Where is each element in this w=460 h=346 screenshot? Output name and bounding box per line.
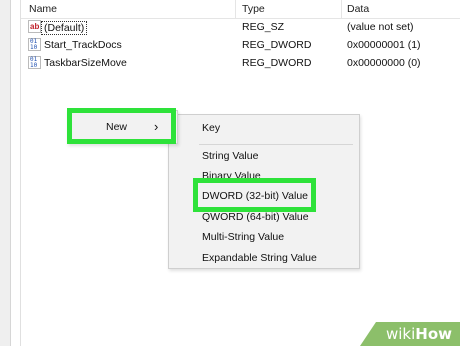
column-type-header[interactable]: Type xyxy=(242,3,265,15)
value-name: TaskbarSizeMove xyxy=(44,57,127,69)
value-data: (value not set) xyxy=(347,21,414,33)
submenu-item-key[interactable]: Key xyxy=(169,118,359,138)
submenu-label: String Value xyxy=(202,150,259,162)
pane-divider[interactable] xyxy=(20,0,21,346)
value-name: (Default) xyxy=(41,21,88,35)
binary-value-icon: 01 10 xyxy=(28,56,41,69)
new-highlight-box xyxy=(67,108,176,144)
submenu-item-string-value[interactable]: String Value xyxy=(169,146,359,166)
wikihow-watermark: wikiHow xyxy=(360,322,460,346)
menu-separator xyxy=(199,144,353,145)
value-data: 0x00000000 (0) xyxy=(347,57,421,69)
submenu-item-multi-string-value[interactable]: Multi-String Value xyxy=(169,227,359,247)
string-value-icon: ab xyxy=(28,20,41,33)
submenu-label: Key xyxy=(202,122,221,134)
value-data: 0x00000001 (1) xyxy=(347,39,421,51)
registry-value-row[interactable]: 01 10 TaskbarSizeMove REG_DWORD 0x0000000… xyxy=(28,55,460,72)
column-name-header[interactable]: Name xyxy=(29,3,57,15)
tree-pane-edge xyxy=(0,0,11,346)
value-type: REG_SZ xyxy=(242,21,285,33)
submenu-item-expandable-string-value[interactable]: Expandable String Value xyxy=(169,248,359,268)
dword-highlight-box xyxy=(193,178,316,212)
column-separator xyxy=(235,0,236,18)
binary-value-icon: 01 10 xyxy=(28,38,41,51)
submenu-label: Multi-String Value xyxy=(202,231,285,243)
submenu-label: Expandable String Value xyxy=(202,252,317,264)
watermark-how: How xyxy=(415,325,453,343)
registry-value-row[interactable]: 01 10 Start_TrackDocs REG_DWORD 0x0000000… xyxy=(28,37,460,54)
column-header: Name Type Data xyxy=(21,0,460,19)
column-separator xyxy=(341,0,342,18)
value-name: Start_TrackDocs xyxy=(44,39,122,51)
watermark-text: wikiHow xyxy=(386,325,452,343)
registry-value-row[interactable]: ab (Default) REG_SZ (value not set) xyxy=(28,19,460,36)
value-type: REG_DWORD xyxy=(242,57,312,69)
column-data-header[interactable]: Data xyxy=(347,3,369,15)
value-type: REG_DWORD xyxy=(242,39,312,51)
submenu-label: QWORD (64-bit) Value xyxy=(202,211,309,223)
watermark-wiki: wiki xyxy=(386,325,416,343)
